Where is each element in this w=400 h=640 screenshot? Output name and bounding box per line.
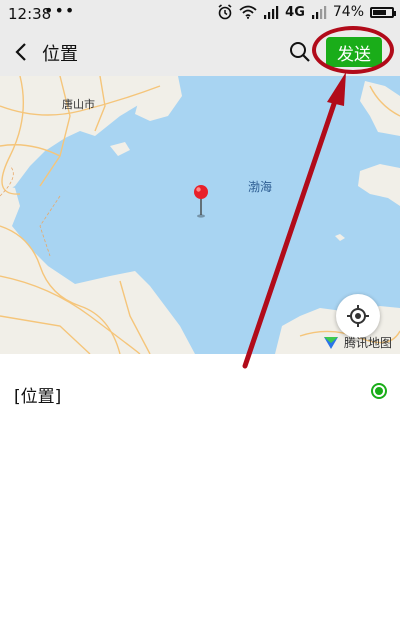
map-provider-label: 腾讯地图	[344, 336, 393, 350]
chevron-left-icon	[15, 43, 26, 61]
map-city-label: 唐山市	[62, 98, 95, 111]
battery-icon	[370, 6, 396, 18]
map-sea-label: 渤海	[248, 180, 273, 194]
crosshair-icon	[347, 305, 369, 327]
signal-icon	[311, 5, 327, 19]
back-button[interactable]	[8, 38, 34, 66]
notification-dots-icon: •••	[44, 1, 76, 20]
battery-percent: 74%	[332, 4, 364, 20]
map-pin-icon	[194, 185, 208, 218]
annotation-highlight-circle	[312, 26, 394, 74]
network-type: 4G	[285, 4, 305, 20]
wifi-icon	[239, 5, 257, 19]
status-icons: 4G 74%	[217, 4, 396, 20]
page-title: 位置	[42, 44, 78, 65]
map-view[interactable]: 唐山市 渤海 腾讯地图	[0, 76, 400, 354]
status-bar: 12:38 ••• 4G 74%	[0, 0, 400, 28]
search-icon	[290, 42, 310, 62]
location-label: [位置]	[14, 387, 62, 407]
search-button[interactable]	[288, 40, 314, 66]
signal-icon	[264, 5, 279, 19]
tencent-map-logo-icon	[324, 336, 338, 349]
locate-me-button[interactable]	[336, 294, 380, 338]
map-provider-logo: 腾讯地图	[322, 334, 392, 351]
alarm-icon	[218, 4, 232, 20]
selected-radio-icon[interactable]	[371, 383, 387, 399]
location-list-item[interactable]: [位置]	[0, 354, 400, 428]
